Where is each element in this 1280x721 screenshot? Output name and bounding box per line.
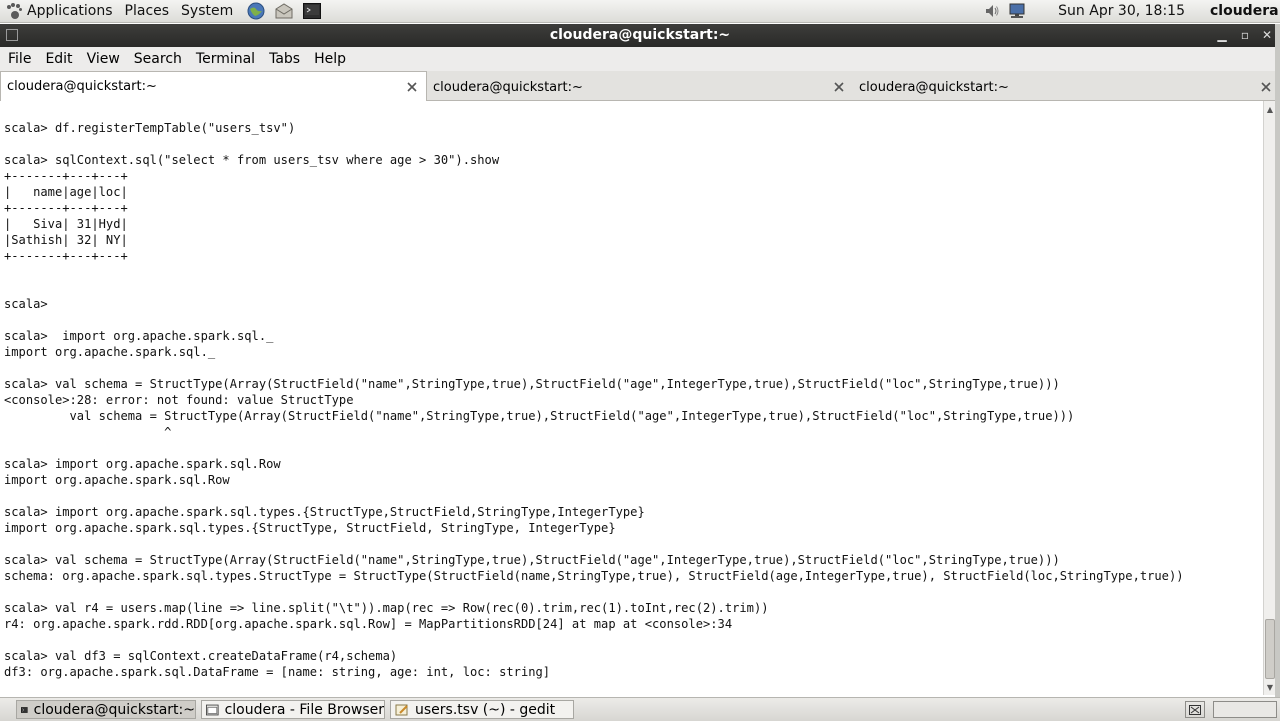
tab-1[interactable]: cloudera@quickstart:~ <box>0 71 427 101</box>
desktop-edge <box>1275 24 1280 720</box>
menu-view[interactable]: View <box>80 47 127 71</box>
menu-terminal[interactable]: Terminal <box>189 47 262 71</box>
system-menu-label: System <box>181 3 234 19</box>
window-title: cloudera@quickstart:~ <box>549 27 731 43</box>
tab-close-icon[interactable] <box>404 79 420 95</box>
menu-file[interactable]: File <box>0 47 38 71</box>
menu-help[interactable]: Help <box>307 47 353 71</box>
bottom-taskbar: cloudera@quickstart:~ cloudera - File Br… <box>0 697 1280 721</box>
applications-menu-label: Applications <box>27 3 113 19</box>
top-panel: Applications Places System Sun Apr 30, 1… <box>0 0 1280 23</box>
mail-client-launcher-icon[interactable] <box>273 2 295 20</box>
menu-edit[interactable]: Edit <box>38 47 79 71</box>
places-menu-label: Places <box>124 3 170 19</box>
system-menu[interactable]: System <box>175 0 239 22</box>
taskbar-item-terminal[interactable]: cloudera@quickstart:~ <box>16 700 196 719</box>
taskbar-item-label: cloudera - File Browser <box>224 701 384 718</box>
taskbar-item-label: cloudera@quickstart:~ <box>33 701 195 718</box>
taskbar-item-label: users.tsv (~) - gedit <box>415 701 556 718</box>
scrollbar-thumb[interactable] <box>1265 619 1275 679</box>
terminal-icon <box>21 706 28 713</box>
web-browser-launcher-icon[interactable] <box>245 2 267 20</box>
tab-3[interactable]: cloudera@quickstart:~ <box>853 74 1280 100</box>
maximize-icon[interactable]: ▫ <box>1236 26 1254 44</box>
terminal-output-area[interactable]: scala> df.registerTempTable("users_tsv")… <box>0 101 1263 695</box>
tab-2[interactable]: cloudera@quickstart:~ <box>427 74 853 100</box>
network-icon[interactable] <box>1006 3 1028 19</box>
folder-icon <box>206 704 219 715</box>
clock[interactable]: Sun Apr 30, 18:15 <box>1058 3 1185 19</box>
tab-bar: cloudera@quickstart:~ cloudera@quickstar… <box>0 71 1280 101</box>
gnome-foot-icon <box>6 3 22 19</box>
window-titlebar[interactable]: cloudera@quickstart:~ ▁ ▫ ✕ <box>0 24 1280 47</box>
tab-2-label: cloudera@quickstart:~ <box>433 79 583 95</box>
text-editor-icon <box>395 704 408 715</box>
tab-close-icon[interactable] <box>1258 79 1274 95</box>
workspace-switcher[interactable] <box>1213 701 1277 718</box>
menu-bar: File Edit View Search Terminal Tabs Help <box>0 47 1280 71</box>
user-menu[interactable]: cloudera <box>1210 3 1280 19</box>
minimize-icon[interactable]: ▁ <box>1213 26 1231 44</box>
terminal-launcher-icon[interactable] <box>301 2 323 20</box>
tab-close-icon[interactable] <box>831 79 847 95</box>
show-desktop-icon[interactable] <box>1185 701 1205 718</box>
terminal-text: scala> df.registerTempTable("users_tsv")… <box>4 121 1184 679</box>
applications-menu[interactable]: Applications <box>0 0 119 22</box>
close-window-icon[interactable]: ✕ <box>1258 26 1276 44</box>
taskbar-item-gedit[interactable]: users.tsv (~) - gedit <box>390 700 574 719</box>
volume-icon[interactable] <box>982 3 1002 19</box>
tab-1-label: cloudera@quickstart:~ <box>7 79 157 94</box>
taskbar-item-file-browser[interactable]: cloudera - File Browser <box>201 700 385 719</box>
places-menu[interactable]: Places <box>119 0 176 22</box>
menu-search[interactable]: Search <box>127 47 189 71</box>
tab-3-label: cloudera@quickstart:~ <box>859 79 1009 95</box>
menu-tabs[interactable]: Tabs <box>262 47 307 71</box>
